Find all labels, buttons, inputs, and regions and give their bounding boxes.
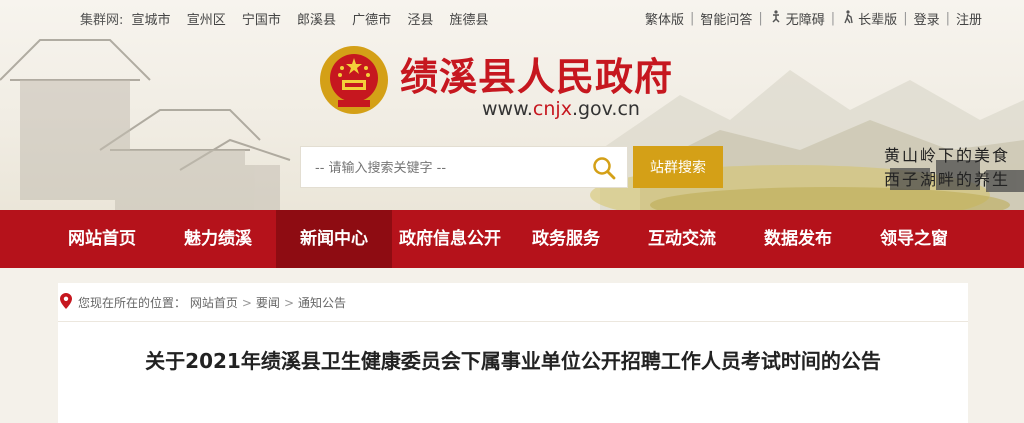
nav-item-gov-services[interactable]: 政务服务 (508, 210, 624, 268)
site-search-button[interactable]: 站群搜索 (633, 146, 723, 188)
breadcrumb-separator: > (241, 296, 252, 310)
slogan-line-2: 西子湖畔的养生 (884, 170, 1011, 189)
nav-item-charm-jixi[interactable]: 魅力绩溪 (160, 210, 276, 268)
search-input[interactable] (313, 157, 587, 179)
nav-item-home[interactable]: 网站首页 (44, 210, 160, 268)
cluster-link-jingde[interactable]: 旌德县 (449, 13, 488, 28)
breadcrumb-prefix: 您现在所在的位置： (78, 296, 187, 310)
search-icon[interactable] (591, 155, 617, 181)
smart-qa-link[interactable]: 智能问答 (700, 9, 752, 28)
register-link[interactable]: 注册 (956, 9, 982, 28)
login-link[interactable]: 登录 (914, 9, 940, 28)
site-title: 绩溪县人民政府 (400, 54, 674, 99)
breadcrumb: 您现在所在的位置： 网站首页 > 要闻 > 通知公告 (58, 283, 968, 322)
main-content: 您现在所在的位置： 网站首页 > 要闻 > 通知公告 关于2021年绩溪县卫生健康委员会… (58, 283, 968, 423)
traditional-chinese-link[interactable]: 繁体版 (645, 9, 684, 28)
url-suffix: .gov.cn (571, 98, 640, 120)
cluster-link-ningguo[interactable]: 宁国市 (242, 13, 281, 28)
cluster-link-xuancheng[interactable]: 宣城市 (132, 13, 171, 28)
cluster-link-xuanzhou[interactable]: 宣州区 (187, 13, 226, 28)
nav-item-leaders[interactable]: 领导之窗 (856, 210, 972, 268)
divider: | (830, 11, 836, 26)
elder-mode-icon (841, 9, 855, 28)
cluster-link-guangde[interactable]: 广德市 (352, 13, 391, 28)
breadcrumb-news[interactable]: 要闻 (256, 296, 280, 310)
header-banner: 集群网: 宣城市 宣州区 宁国市 郎溪县 广德市 泾县 旌德县 繁体版 | 智能… (0, 0, 1024, 210)
breadcrumb-separator: > (283, 296, 294, 310)
elder-mode-link[interactable]: 长辈版 (858, 9, 897, 28)
slogan: 黄山岭下的美食 西子湖畔的养生 (884, 144, 1010, 192)
cluster-site-links: 集群网: 宣城市 宣州区 宁国市 郎溪县 广德市 泾县 旌德县 (80, 9, 500, 28)
accessibility-icon (769, 9, 783, 28)
divider: | (689, 11, 695, 26)
location-pin-icon (60, 293, 72, 309)
site-url: www.cnjx.gov.cn (482, 98, 640, 120)
article-title: 关于2021年绩溪县卫生健康委员会下属事业单位公开招聘工作人员考试时间的公告 (145, 349, 881, 373)
accessible-mode-link[interactable]: 无障碍 (786, 9, 825, 28)
nav-item-gov-info[interactable]: 政府信息公开 (392, 210, 508, 268)
nav-item-data-release[interactable]: 数据发布 (740, 210, 856, 268)
nav-item-news-center[interactable]: 新闻中心 (276, 210, 392, 268)
cluster-link-langxi[interactable]: 郎溪县 (297, 13, 336, 28)
main-navigation: 网站首页 魅力绩溪 新闻中心 政府信息公开 政务服务 互动交流 数据发布 领导之… (0, 210, 1024, 268)
divider: | (758, 11, 763, 26)
utility-links: 繁体版 | 智能问答 | 无障碍 | 长辈版 | 登录 | 注册 (645, 9, 982, 28)
breadcrumb-home[interactable]: 网站首页 (190, 296, 238, 310)
slogan-line-1: 黄山岭下的美食 (884, 146, 1011, 165)
divider: | (945, 11, 950, 26)
url-prefix: www. (482, 98, 533, 120)
nav-item-interaction[interactable]: 互动交流 (624, 210, 740, 268)
url-highlight: cnjx (532, 98, 572, 120)
top-utility-bar: 集群网: 宣城市 宣州区 宁国市 郎溪县 广德市 泾县 旌德县 繁体版 | 智能… (0, 0, 1024, 34)
cluster-link-jingxian[interactable]: 泾县 (407, 13, 433, 28)
divider: | (903, 11, 908, 26)
breadcrumb-notices[interactable]: 通知公告 (298, 296, 346, 310)
cluster-label: 集群网: (80, 13, 124, 28)
national-emblem-logo (320, 46, 388, 114)
search-box (300, 146, 628, 188)
